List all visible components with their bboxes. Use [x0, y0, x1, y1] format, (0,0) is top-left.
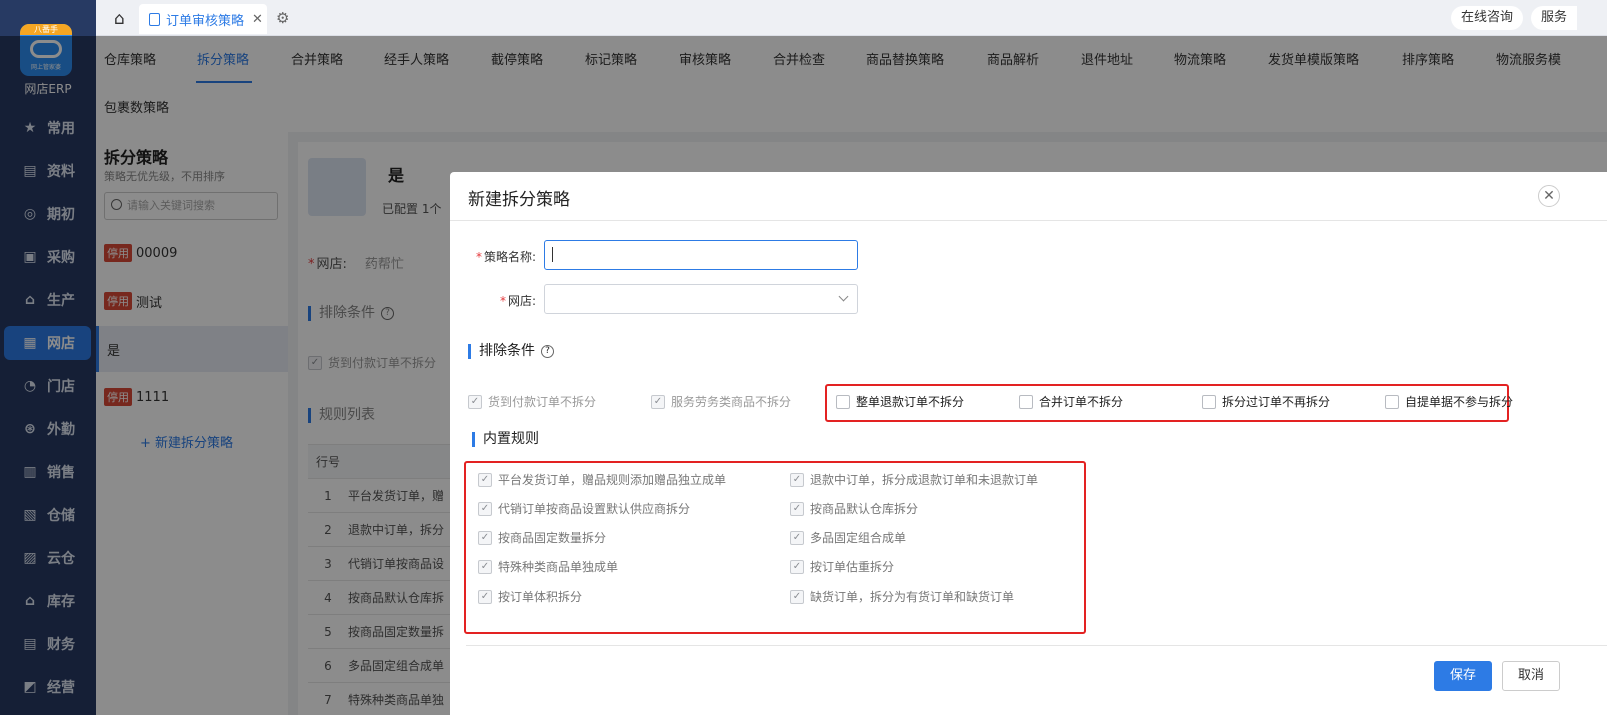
builtin-rule-checkbox: ✓ 平台发货订单，赠品规则添加赠品独立成单 [478, 471, 726, 488]
text-cursor [552, 247, 553, 262]
builtin-rule-checkbox: ✓ 特殊种类商品单独成单 [478, 558, 618, 575]
checkbox-label: 拆分过订单不再拆分 [1222, 395, 1331, 409]
checkbox-label: 按商品固定数量拆分 [498, 531, 607, 545]
label-text: 策略名称: [483, 250, 536, 264]
checkbox-label: 退款中订单，拆分成退款订单和未退款订单 [810, 473, 1039, 487]
builtin-rule-checkbox: ✓ 代销订单按商品设置默认供应商拆分 [478, 500, 690, 517]
close-icon[interactable]: ✕ [1538, 185, 1560, 207]
home-icon[interactable]: ⌂ [114, 9, 125, 29]
builtin-rule-checkbox: ✓ 多品固定组合成单 [790, 529, 906, 546]
check-icon: ✓ [790, 530, 804, 545]
chevron-down-icon [838, 291, 849, 302]
check-icon: ✓ [478, 472, 492, 487]
checkbox-label: 特殊种类商品单独成单 [498, 560, 619, 574]
builtin-rule-checkbox: ✓ 退款中订单，拆分成退款订单和未退款订单 [790, 471, 1038, 488]
tab-order-review-strategy[interactable]: 订单审核策略 ✕ [139, 4, 267, 34]
builtin-rule-checkbox: ✓ 缺货订单，拆分为有货订单和缺货订单 [790, 588, 1014, 605]
checkbox-box[interactable] [836, 394, 850, 409]
logo-badge: 八番手 [20, 24, 72, 35]
label-text: 网店: [507, 294, 536, 308]
checkbox-label: 按订单体积拆分 [498, 590, 583, 604]
builtin-rules-title: 内置规则 [472, 432, 539, 447]
store-label: * 网店: [499, 294, 536, 308]
builtin-rule-checkbox: ✓ 按订单估重拆分 [790, 558, 894, 575]
document-icon [149, 12, 160, 26]
checkbox-label: 按商品默认仓库拆分 [810, 502, 919, 516]
service-button[interactable]: 服务 [1531, 6, 1578, 30]
exclude-pickup-checkbox[interactable]: 自提单据不参与拆分 [1385, 393, 1513, 410]
save-button[interactable]: 保存 [1434, 661, 1492, 691]
divider [466, 645, 1607, 646]
checkbox-label: 服务劳务类商品不拆分 [671, 395, 792, 409]
checkbox-box[interactable] [1202, 394, 1216, 409]
tab-label: 订单审核策略 [166, 13, 245, 29]
check-icon: ✓ [468, 394, 482, 409]
check-icon: ✓ [790, 589, 804, 604]
checkbox-label: 自提单据不参与拆分 [1405, 395, 1514, 409]
check-icon: ✓ [478, 559, 492, 574]
builtin-rule-checkbox: ✓ 按商品固定数量拆分 [478, 529, 606, 546]
checkbox-box[interactable] [1385, 394, 1399, 409]
exclude-already-split-checkbox[interactable]: 拆分过订单不再拆分 [1202, 393, 1330, 410]
strategy-name-label: * 策略名称: [475, 250, 536, 264]
exclude-full-refund-checkbox[interactable]: 整单退款订单不拆分 [836, 393, 964, 410]
checkbox-label: 平台发货订单，赠品规则添加赠品独立成单 [498, 473, 727, 487]
checkbox-label: 代销订单按商品设置默认供应商拆分 [498, 502, 691, 516]
check-icon: ✓ [790, 559, 804, 574]
exclude-service-checkbox: ✓ 服务劳务类商品不拆分 [651, 393, 791, 410]
exclude-merged-checkbox[interactable]: 合并订单不拆分 [1019, 393, 1123, 410]
builtin-rule-checkbox: ✓ 按商品默认仓库拆分 [790, 500, 918, 517]
check-icon: ✓ [478, 530, 492, 545]
checkbox-label: 整单退款订单不拆分 [856, 395, 965, 409]
strategy-name-input[interactable] [544, 240, 858, 270]
checkbox-label: 货到付款订单不拆分 [488, 395, 597, 409]
check-icon: ✓ [790, 501, 804, 516]
divider [450, 220, 1607, 221]
close-icon[interactable]: ✕ [252, 12, 263, 27]
checkbox-label: 多品固定组合成单 [810, 531, 907, 545]
builtin-rule-checkbox: ✓ 按订单体积拆分 [478, 588, 582, 605]
checkbox-label: 合并订单不拆分 [1039, 395, 1124, 409]
top-bar [96, 0, 1607, 36]
section-title-text: 排除条件 [479, 343, 535, 359]
check-icon: ✓ [478, 589, 492, 604]
online-consult-button[interactable]: 在线咨询 [1451, 6, 1524, 30]
exclude-section-title: 排除条件? [468, 344, 554, 359]
help-icon[interactable]: ? [541, 344, 554, 358]
checkbox-label: 按订单估重拆分 [810, 560, 895, 574]
exclude-cod-checkbox: ✓ 货到付款订单不拆分 [468, 393, 596, 410]
check-icon: ✓ [790, 472, 804, 487]
new-split-strategy-dialog: 新建拆分策略 ✕ * 策略名称: * 网店: 排除条件? ✓ 货到付款订单不拆分 ✓ 服… [450, 172, 1607, 715]
check-icon: ✓ [478, 501, 492, 516]
store-select[interactable] [544, 284, 858, 314]
checkbox-box[interactable] [1019, 394, 1033, 409]
gear-icon[interactable]: ⚙ [276, 9, 289, 27]
dialog-title: 新建拆分策略 [468, 190, 570, 210]
cancel-button[interactable]: 取消 [1502, 661, 1560, 691]
checkbox-label: 缺货订单，拆分为有货订单和缺货订单 [810, 590, 1015, 604]
check-icon: ✓ [651, 394, 665, 409]
